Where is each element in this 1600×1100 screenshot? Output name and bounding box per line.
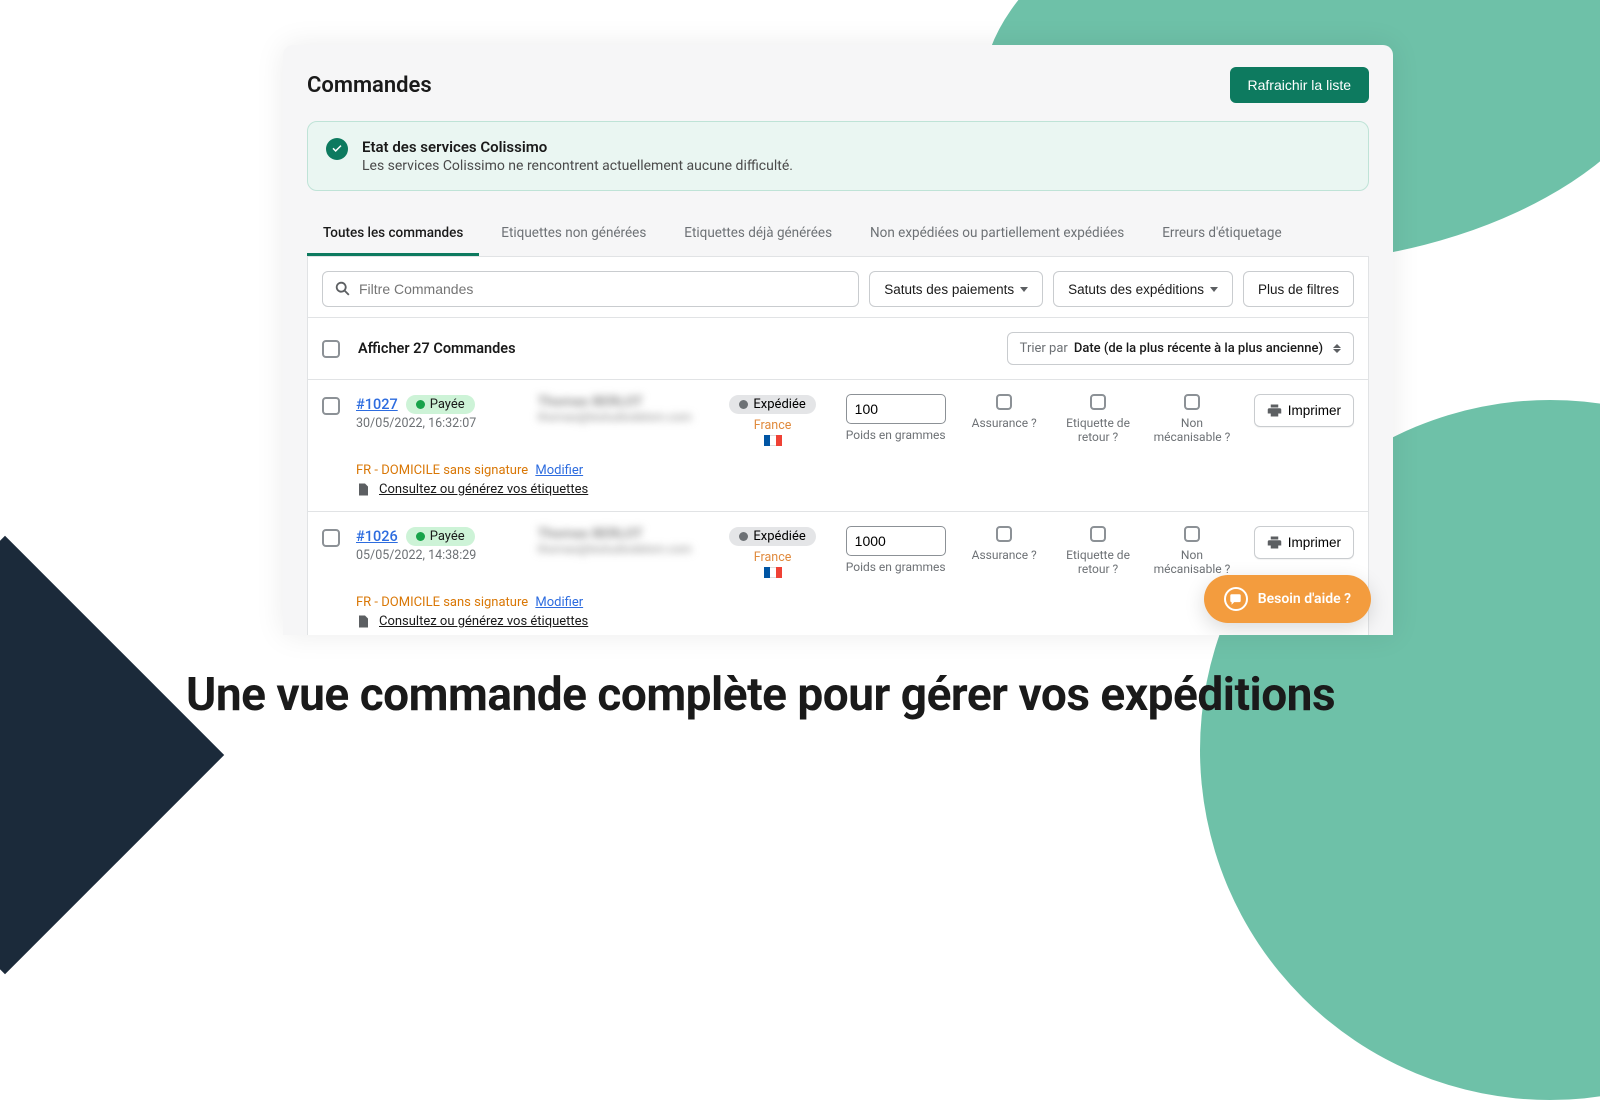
- chevron-down-icon: [1020, 287, 1028, 292]
- page-header: Commandes Rafraichir la liste: [307, 67, 1369, 103]
- labels-link[interactable]: Consultez ou générez vos étiquettes: [356, 614, 1354, 629]
- insurance-checkbox[interactable]: [996, 394, 1012, 410]
- country-label: France: [719, 418, 826, 433]
- status-dot-icon: [416, 532, 425, 541]
- return-label-checkbox[interactable]: [1090, 394, 1106, 410]
- search-input[interactable]: [322, 271, 859, 307]
- customer-info: Thomas BERLOT thomas@lestudiodelom.com: [538, 526, 704, 556]
- document-icon: [356, 482, 371, 497]
- result-count: Afficher 27 Commandes: [358, 340, 1007, 357]
- chat-icon: [1224, 587, 1248, 611]
- tab-labels-not-generated[interactable]: Etiquettes non générées: [485, 213, 662, 256]
- non-mecanisable-checkbox[interactable]: [1184, 394, 1200, 410]
- tab-all-orders[interactable]: Toutes les commandes: [307, 213, 479, 256]
- banner-title: Etat des services Colissimo: [362, 138, 793, 156]
- tabs: Toutes les commandes Etiquettes non géné…: [307, 213, 1369, 257]
- shipping-status-badge: Expédiée: [729, 527, 815, 546]
- weight-label: Poids en grammes: [842, 428, 949, 442]
- payment-status-badge: Payée: [406, 395, 475, 414]
- sort-dropdown[interactable]: Trier par Date (de la plus récente à la …: [1007, 332, 1354, 365]
- country-label: France: [719, 550, 826, 565]
- return-label-checkbox[interactable]: [1090, 526, 1106, 542]
- delivery-mode: FR - DOMICILE sans signature: [356, 463, 528, 478]
- decor-shape: [0, 536, 224, 974]
- labels-link[interactable]: Consultez ou générez vos étiquettes: [356, 482, 1354, 497]
- help-button[interactable]: Besoin d'aide ?: [1204, 575, 1371, 623]
- filter-label: Satuts des expéditions: [1068, 282, 1204, 297]
- non-mecanisable-checkbox[interactable]: [1184, 526, 1200, 542]
- row-checkbox[interactable]: [322, 529, 340, 547]
- page-title: Commandes: [307, 73, 432, 98]
- delivery-mode: FR - DOMICILE sans signature: [356, 595, 528, 610]
- tab-label-errors[interactable]: Erreurs d'étiquetage: [1146, 213, 1297, 256]
- printer-icon: [1267, 535, 1282, 550]
- modify-link[interactable]: Modifier: [535, 595, 583, 610]
- more-filters-button[interactable]: Plus de filtres: [1243, 271, 1354, 307]
- filters-row: Satuts des paiements Satuts des expéditi…: [307, 257, 1369, 318]
- chevron-down-icon: [1210, 287, 1218, 292]
- status-dot-icon: [739, 532, 748, 541]
- tab-labels-generated[interactable]: Etiquettes déjà générées: [668, 213, 848, 256]
- status-dot-icon: [739, 400, 748, 409]
- marketing-headline: Une vue commande complète pour gérer vos…: [186, 668, 1335, 722]
- order-date: 30/05/2022, 16:32:07: [356, 416, 522, 431]
- print-button[interactable]: Imprimer: [1254, 526, 1354, 559]
- status-banner: Etat des services Colissimo Les services…: [307, 121, 1369, 191]
- app-window: Commandes Rafraichir la liste Etat des s…: [283, 45, 1393, 635]
- sort-icon: [1333, 344, 1341, 353]
- sort-value: Date (de la plus récente à la plus ancie…: [1074, 341, 1323, 356]
- order-row: #1026 Payée 05/05/2022, 14:38:29 Thomas …: [307, 512, 1369, 635]
- order-id-link[interactable]: #1027: [356, 396, 398, 413]
- shipping-status-badge: Expédiée: [729, 395, 815, 414]
- payment-status-badge: Payée: [406, 527, 475, 546]
- flag-fr-icon: [719, 567, 826, 581]
- status-dot-icon: [416, 400, 425, 409]
- weight-input[interactable]: [846, 526, 946, 556]
- banner-body: Les services Colissimo ne rencontrent ac…: [362, 158, 793, 174]
- order-id-link[interactable]: #1026: [356, 528, 398, 545]
- filter-label: Satuts des paiements: [884, 282, 1014, 297]
- print-button[interactable]: Imprimer: [1254, 394, 1354, 427]
- insurance-checkbox[interactable]: [996, 526, 1012, 542]
- weight-input[interactable]: [846, 394, 946, 424]
- filter-shipping-status[interactable]: Satuts des expéditions: [1053, 271, 1233, 307]
- order-row: #1027 Payée 30/05/2022, 16:32:07 Thomas …: [307, 380, 1369, 512]
- filter-label: Plus de filtres: [1258, 282, 1339, 297]
- row-checkbox[interactable]: [322, 397, 340, 415]
- filter-payment-status[interactable]: Satuts des paiements: [869, 271, 1043, 307]
- flag-fr-icon: [719, 435, 826, 449]
- weight-label: Poids en grammes: [842, 560, 949, 574]
- order-date: 05/05/2022, 14:38:29: [356, 548, 522, 563]
- tab-not-shipped[interactable]: Non expédiées ou partiellement expédiées: [854, 213, 1140, 256]
- select-all-checkbox[interactable]: [322, 340, 340, 358]
- modify-link[interactable]: Modifier: [535, 463, 583, 478]
- document-icon: [356, 614, 371, 629]
- search-icon: [334, 280, 352, 298]
- list-header: Afficher 27 Commandes Trier par Date (de…: [307, 318, 1369, 380]
- customer-info: Thomas BERLOT thomas@lestudiodelom.com: [538, 394, 704, 424]
- refresh-button[interactable]: Rafraichir la liste: [1230, 67, 1369, 103]
- printer-icon: [1267, 403, 1282, 418]
- check-circle-icon: [326, 138, 348, 160]
- sort-label: Trier par: [1020, 341, 1068, 356]
